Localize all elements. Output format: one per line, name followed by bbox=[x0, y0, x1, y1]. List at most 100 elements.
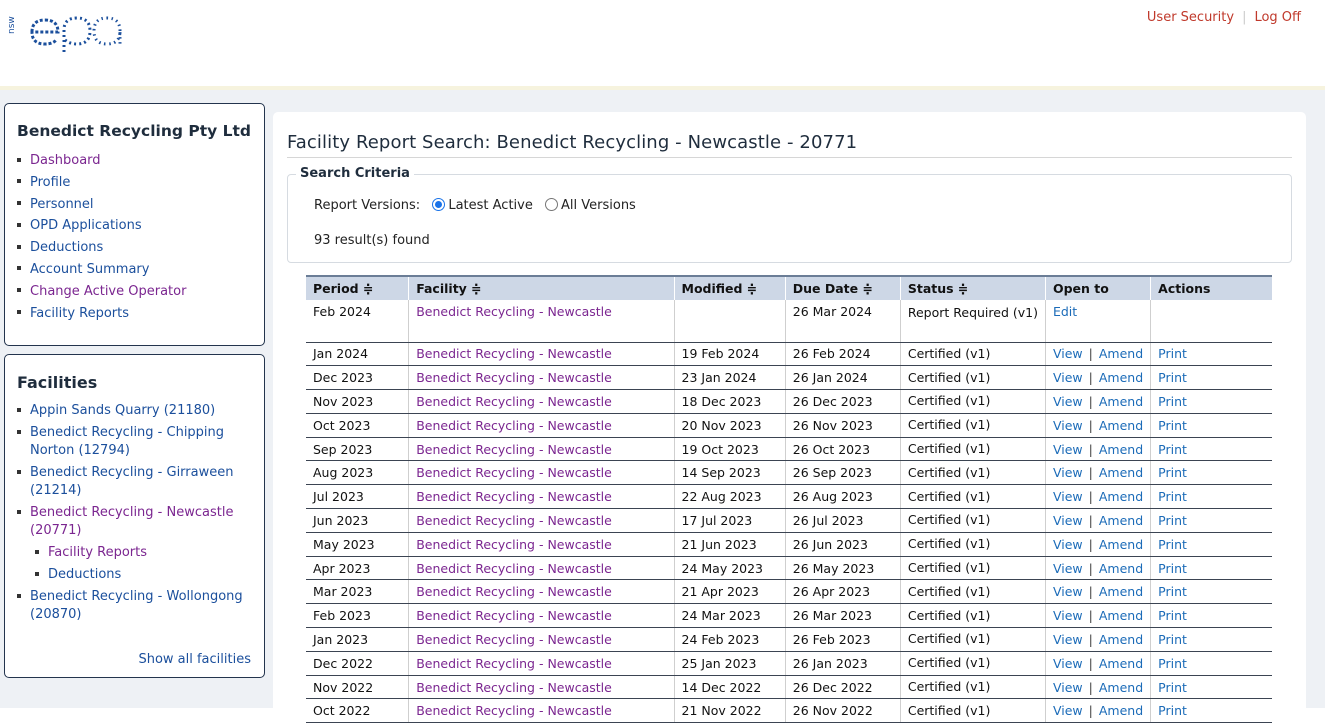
view-link[interactable]: View bbox=[1053, 680, 1083, 695]
facility-link[interactable]: Benedict Recycling - Newcastle bbox=[416, 584, 612, 599]
print-link[interactable]: Print bbox=[1158, 370, 1187, 385]
print-link[interactable]: Print bbox=[1158, 513, 1187, 528]
column-header-status[interactable]: Status ≑ bbox=[900, 275, 1046, 300]
all-versions-label[interactable]: All Versions bbox=[561, 198, 636, 213]
menu-item-change-active-operator[interactable]: Change Active Operator bbox=[17, 281, 186, 303]
facility-item[interactable]: Benedict Recycling - Girraween (21214) bbox=[17, 464, 257, 500]
amend-link[interactable]: Amend bbox=[1099, 561, 1143, 576]
latest-active-label[interactable]: Latest Active bbox=[448, 198, 533, 213]
amend-link[interactable]: Amend bbox=[1099, 418, 1143, 433]
menu-item-deductions[interactable]: Deductions bbox=[17, 237, 186, 259]
view-link[interactable]: View bbox=[1053, 394, 1083, 409]
menu-link[interactable]: Personnel bbox=[30, 197, 94, 212]
print-link[interactable]: Print bbox=[1158, 584, 1187, 599]
amend-link[interactable]: Amend bbox=[1099, 608, 1143, 623]
menu-item-personnel[interactable]: Personnel bbox=[17, 194, 186, 216]
menu-item-account-summary[interactable]: Account Summary bbox=[17, 259, 186, 281]
facility-link[interactable]: Benedict Recycling - Newcastle bbox=[416, 656, 612, 671]
amend-link[interactable]: Amend bbox=[1099, 442, 1143, 457]
amend-link[interactable]: Amend bbox=[1099, 537, 1143, 552]
facility-link[interactable]: Benedict Recycling - Newcastle bbox=[416, 465, 612, 480]
facility-link[interactable]: Benedict Recycling - Newcastle bbox=[416, 489, 612, 504]
print-link[interactable]: Print bbox=[1158, 537, 1187, 552]
facility-link[interactable]: Benedict Recycling - Newcastle bbox=[416, 513, 612, 528]
facility-link[interactable]: Benedict Recycling - Newcastle bbox=[416, 346, 612, 361]
menu-link[interactable]: Deductions bbox=[30, 240, 103, 255]
column-header-modified[interactable]: Modified ≑ bbox=[674, 275, 786, 300]
column-header-facility[interactable]: Facility ≑ bbox=[408, 275, 675, 300]
facility-item[interactable]: Benedict Recycling - Wollongong (20870) bbox=[17, 588, 257, 624]
facility-item-active[interactable]: Benedict Recycling - Newcastle (20771) bbox=[17, 504, 257, 540]
facility-sublink[interactable]: Facility Reports bbox=[48, 544, 147, 562]
amend-link[interactable]: Amend bbox=[1099, 703, 1143, 718]
facility-link[interactable]: Benedict Recycling - Newcastle bbox=[416, 370, 612, 385]
view-link[interactable]: View bbox=[1053, 584, 1083, 599]
facility-subitem-facility-reports[interactable]: Facility Reports bbox=[17, 544, 257, 562]
column-header-due-date[interactable]: Due Date ≑ bbox=[785, 275, 901, 300]
print-link[interactable]: Print bbox=[1158, 608, 1187, 623]
print-link[interactable]: Print bbox=[1158, 394, 1187, 409]
menu-link[interactable]: Account Summary bbox=[30, 262, 149, 277]
view-link[interactable]: View bbox=[1053, 418, 1083, 433]
menu-item-dashboard[interactable]: Dashboard bbox=[17, 150, 186, 172]
menu-item-profile[interactable]: Profile bbox=[17, 172, 186, 194]
amend-link[interactable]: Amend bbox=[1099, 584, 1143, 599]
facility-item[interactable]: Benedict Recycling - Chipping Norton (12… bbox=[17, 424, 257, 460]
facility-link[interactable]: Benedict Recycling - Newcastle bbox=[416, 442, 612, 457]
view-link[interactable]: View bbox=[1053, 346, 1083, 361]
view-link[interactable]: View bbox=[1053, 513, 1083, 528]
facility-link[interactable]: Benedict Recycling - Newcastle bbox=[416, 680, 612, 695]
all-versions-radio[interactable] bbox=[545, 198, 558, 211]
menu-link[interactable]: OPD Applications bbox=[30, 218, 142, 233]
amend-link[interactable]: Amend bbox=[1099, 346, 1143, 361]
print-link[interactable]: Print bbox=[1158, 489, 1187, 504]
user-security-link[interactable]: User Security bbox=[1147, 10, 1234, 25]
print-link[interactable]: Print bbox=[1158, 442, 1187, 457]
facility-link[interactable]: Benedict Recycling - Newcastle bbox=[416, 537, 612, 552]
log-off-link[interactable]: Log Off bbox=[1254, 10, 1301, 25]
show-all-facilities-link[interactable]: Show all facilities bbox=[138, 652, 251, 667]
view-link[interactable]: View bbox=[1053, 656, 1083, 671]
facility-sublink[interactable]: Deductions bbox=[48, 566, 121, 584]
print-link[interactable]: Print bbox=[1158, 703, 1187, 718]
view-link[interactable]: View bbox=[1053, 703, 1083, 718]
amend-link[interactable]: Amend bbox=[1099, 680, 1143, 695]
amend-link[interactable]: Amend bbox=[1099, 370, 1143, 385]
amend-link[interactable]: Amend bbox=[1099, 513, 1143, 528]
print-link[interactable]: Print bbox=[1158, 465, 1187, 480]
facility-link[interactable]: Appin Sands Quarry (21180) bbox=[30, 402, 215, 420]
view-link[interactable]: View bbox=[1053, 465, 1083, 480]
facility-link[interactable]: Benedict Recycling - Girraween (21214) bbox=[30, 464, 257, 500]
facility-link[interactable]: Benedict Recycling - Newcastle bbox=[416, 418, 612, 433]
facility-link[interactable]: Benedict Recycling - Newcastle bbox=[416, 608, 612, 623]
facility-link[interactable]: Benedict Recycling - Newcastle (20771) bbox=[30, 504, 257, 540]
facility-link[interactable]: Benedict Recycling - Newcastle bbox=[416, 561, 612, 576]
nsw-epa-logo[interactable]: nsw bbox=[2, 4, 138, 60]
menu-link[interactable]: Dashboard bbox=[30, 153, 101, 168]
menu-item-facility-reports[interactable]: Facility Reports bbox=[17, 303, 186, 325]
print-link[interactable]: Print bbox=[1158, 418, 1187, 433]
latest-active-radio[interactable] bbox=[432, 198, 446, 211]
view-link[interactable]: View bbox=[1053, 537, 1083, 552]
menu-link[interactable]: Facility Reports bbox=[30, 306, 129, 321]
facility-item[interactable]: Appin Sands Quarry (21180) bbox=[17, 402, 257, 420]
edit-link[interactable]: Edit bbox=[1053, 304, 1077, 319]
print-link[interactable]: Print bbox=[1158, 680, 1187, 695]
menu-link[interactable]: Change Active Operator bbox=[30, 284, 186, 299]
print-link[interactable]: Print bbox=[1158, 656, 1187, 671]
facility-link[interactable]: Benedict Recycling - Newcastle bbox=[416, 394, 612, 409]
facility-link[interactable]: Benedict Recycling - Newcastle bbox=[416, 703, 612, 718]
amend-link[interactable]: Amend bbox=[1099, 632, 1143, 647]
view-link[interactable]: View bbox=[1053, 370, 1083, 385]
facility-link[interactable]: Benedict Recycling - Newcastle bbox=[416, 632, 612, 647]
menu-link[interactable]: Profile bbox=[30, 175, 70, 190]
amend-link[interactable]: Amend bbox=[1099, 489, 1143, 504]
menu-item-opd-applications[interactable]: OPD Applications bbox=[17, 215, 186, 237]
view-link[interactable]: View bbox=[1053, 489, 1083, 504]
facility-link[interactable]: Benedict Recycling - Chipping Norton (12… bbox=[30, 424, 257, 460]
view-link[interactable]: View bbox=[1053, 608, 1083, 623]
amend-link[interactable]: Amend bbox=[1099, 465, 1143, 480]
print-link[interactable]: Print bbox=[1158, 561, 1187, 576]
view-link[interactable]: View bbox=[1053, 632, 1083, 647]
amend-link[interactable]: Amend bbox=[1099, 394, 1143, 409]
